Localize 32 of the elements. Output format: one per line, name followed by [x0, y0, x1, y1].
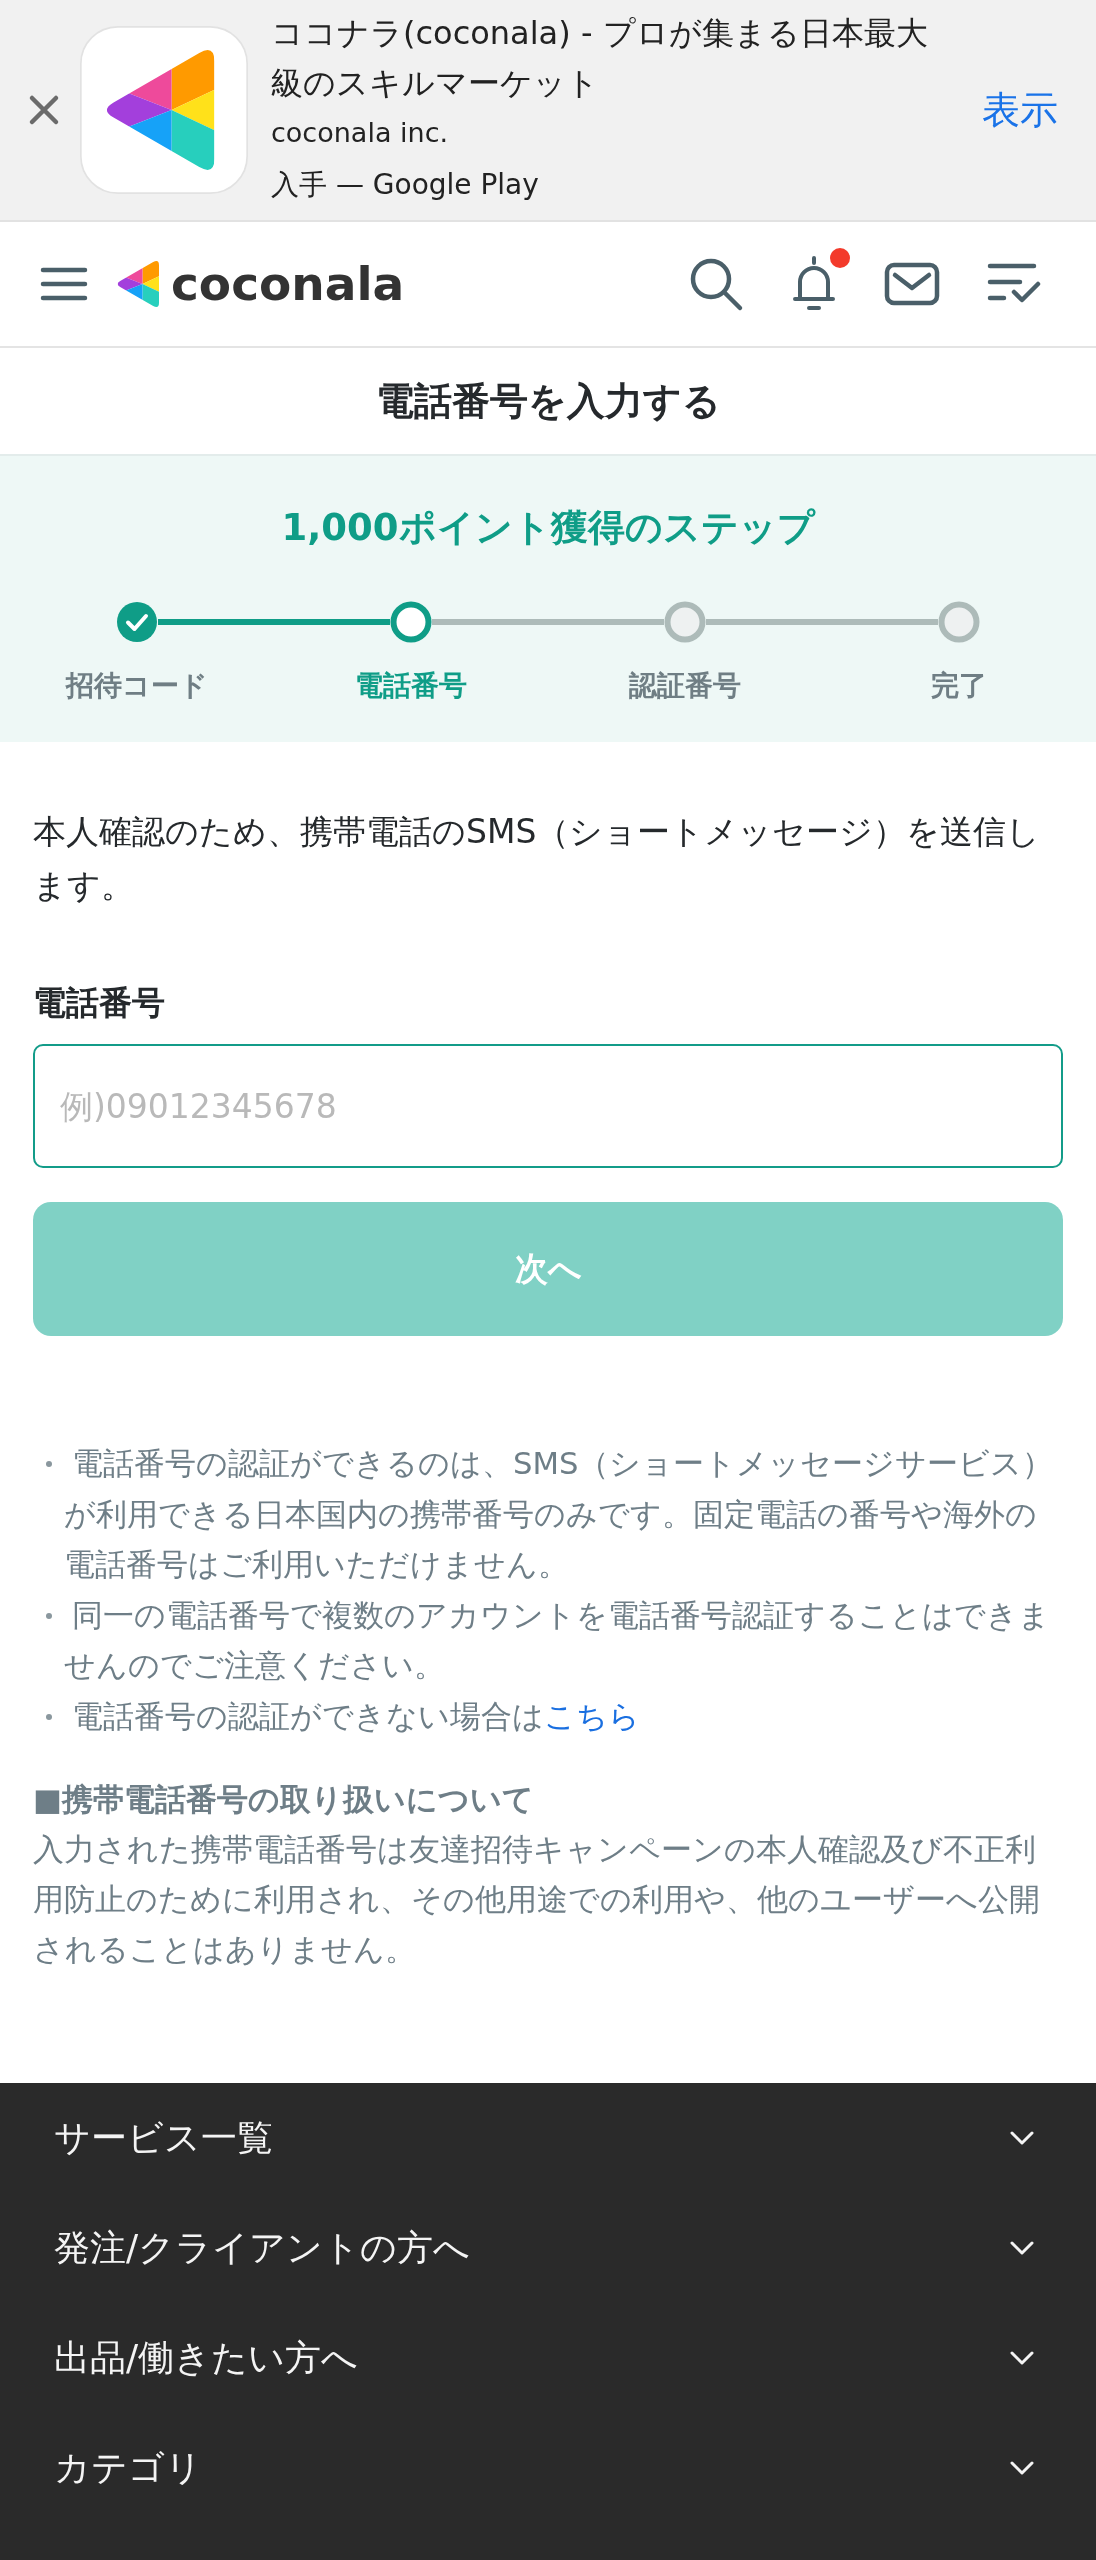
view-button[interactable]: 表示	[974, 80, 1066, 140]
note-text: 電話番号の認証ができるのは、SMS（ショートメッセージサービス）が利用できる日本国内の携帯番号のみです。固定電話の番号や海外の電話番号はご利用いただけません。	[64, 1445, 1055, 1584]
phone-input[interactable]: 例)09012345678	[33, 1044, 1063, 1168]
logo-wordmark[interactable]: coconala	[171, 256, 405, 312]
policy-heading: ■携帯電話番号の取り扱いについて	[33, 1781, 534, 1819]
bullet-icon	[46, 1612, 52, 1619]
step-label: 電話番号	[355, 668, 467, 704]
intro-text: 本人確認のため、携帯電話のSMS（ショートメッセージ）を送信します。	[33, 811, 1042, 907]
search-icon[interactable]	[688, 256, 744, 312]
app-publisher: coconala inc.	[271, 116, 449, 150]
help-link[interactable]: こちら	[544, 1698, 640, 1734]
note-text: 同一の電話番号で複数のアカウントを電話番号認証することはできませんのでご注意ください。	[64, 1596, 1051, 1685]
app-title: ココナラ(coconala) - プロが集まる日本最大級のスキルマーケット	[271, 13, 929, 104]
app-icon	[80, 26, 248, 194]
field-label: 電話番号	[33, 982, 165, 1024]
footer-menu-item[interactable]: サービス一覧	[0, 2083, 1096, 2193]
note-text: 電話番号の認証ができない場合はこちら	[71, 1697, 641, 1736]
mail-icon[interactable]	[884, 262, 940, 306]
menu-icon[interactable]	[40, 266, 88, 302]
close-icon[interactable]	[28, 94, 60, 126]
step-label: 招待コード	[66, 668, 208, 704]
footer-menu-item[interactable]: 出品/働きたい方へ	[0, 2303, 1096, 2413]
bullet-icon	[46, 1461, 52, 1467]
steps-title: 1,000ポイント獲得のステップ	[281, 506, 815, 550]
step-label: 完了	[931, 668, 987, 704]
page-title: 電話番号を入力する	[375, 379, 721, 423]
policy-text: 入力された携帯電話番号は友達招待キャンペーンの本人確認及び不正利用防止のために利用され、その他用途での利用や、他のユーザーへ公開されることはありません。	[33, 1831, 1041, 1969]
step-label: 認証番号	[629, 668, 741, 704]
footer-menu-item[interactable]: カテゴリ	[0, 2413, 1096, 2523]
bullet-icon	[46, 1713, 52, 1720]
store-label: 入手 — Google Play	[271, 167, 539, 203]
footer-menu-item[interactable]: 発注/クライアントの方へ	[0, 2193, 1096, 2303]
